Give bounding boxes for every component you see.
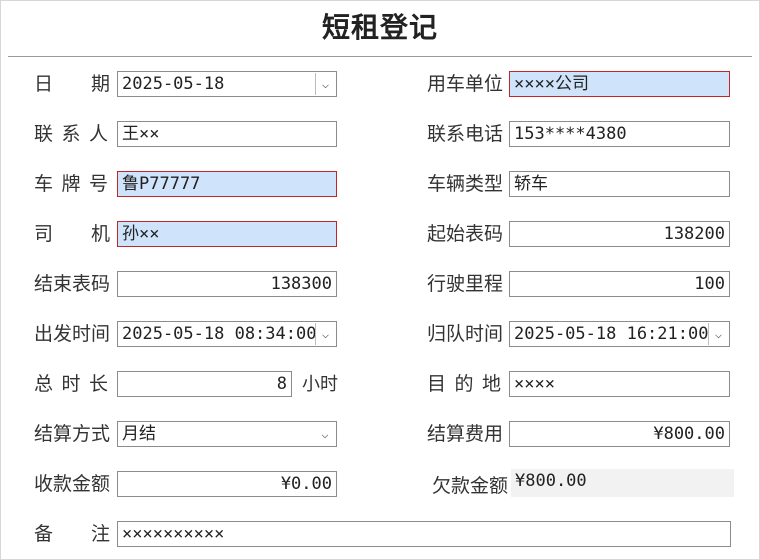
end-meter-field[interactable]: 138300 bbox=[117, 271, 337, 297]
depart-time-label: 出发时间 bbox=[34, 323, 111, 345]
received-label: 收款金额 bbox=[34, 473, 111, 495]
start-meter-label: 起始表码 bbox=[427, 223, 504, 245]
contact-field[interactable]: 王×× bbox=[117, 121, 337, 147]
total-time-label: 总 时 长 bbox=[34, 373, 108, 395]
owed-value: ¥800.00 bbox=[511, 469, 734, 497]
title-divider bbox=[8, 56, 752, 57]
return-time-label: 归队时间 bbox=[427, 323, 504, 345]
settle-method-value: 月结 bbox=[122, 424, 156, 444]
owed-label: 欠款金额 bbox=[432, 475, 509, 497]
driver-label: 司 机 bbox=[34, 223, 111, 245]
mileage-field[interactable]: 100 bbox=[509, 271, 730, 297]
total-time-field[interactable]: 8 bbox=[117, 371, 292, 397]
destination-field[interactable]: ×××× bbox=[509, 371, 730, 397]
total-time-unit: 小时 bbox=[302, 374, 338, 395]
settle-method-select[interactable]: 月结 ⌵ bbox=[117, 421, 337, 447]
date-field[interactable]: 2025-05-18 ⌵ bbox=[117, 71, 337, 97]
unit-label: 用车单位 bbox=[427, 73, 504, 95]
plate-label: 车 牌 号 bbox=[34, 173, 108, 195]
chevron-down-icon[interactable]: ⌵ bbox=[708, 323, 728, 345]
settle-method-label: 结算方式 bbox=[34, 423, 111, 445]
page-title: 短租登记 bbox=[321, 11, 438, 44]
phone-label: 联系电话 bbox=[427, 123, 504, 145]
mileage-label: 行驶里程 bbox=[427, 273, 504, 295]
date-value: 2025-05-18 bbox=[122, 74, 225, 94]
chevron-down-icon[interactable]: ⌵ bbox=[315, 423, 335, 445]
settle-fee-field[interactable]: ¥800.00 bbox=[509, 421, 730, 447]
destination-label: 目 的 地 bbox=[427, 373, 501, 395]
date-label: 日 期 bbox=[34, 73, 111, 95]
contact-label: 联 系 人 bbox=[34, 123, 108, 145]
end-meter-label: 结束表码 bbox=[34, 273, 111, 295]
return-time-value: 2025-05-18 16:21:00 bbox=[514, 324, 709, 344]
received-field[interactable]: ¥0.00 bbox=[117, 471, 337, 497]
vehicle-type-label: 车辆类型 bbox=[427, 173, 504, 195]
plate-field[interactable]: 鲁P77777 bbox=[117, 171, 337, 197]
depart-time-value: 2025-05-18 08:34:00 bbox=[122, 324, 317, 344]
return-time-field[interactable]: 2025-05-18 16:21:00 ⌵ bbox=[509, 321, 730, 347]
phone-field[interactable]: 153****4380 bbox=[509, 121, 730, 147]
chevron-down-icon[interactable]: ⌵ bbox=[315, 323, 335, 345]
unit-field[interactable]: ××××公司 bbox=[509, 71, 730, 97]
start-meter-field[interactable]: 138200 bbox=[509, 221, 730, 247]
remark-field[interactable]: ×××××××××× bbox=[117, 521, 731, 547]
settle-fee-label: 结算费用 bbox=[427, 423, 504, 445]
depart-time-field[interactable]: 2025-05-18 08:34:00 ⌵ bbox=[117, 321, 337, 347]
remark-label: 备 注 bbox=[34, 523, 111, 545]
driver-field[interactable]: 孙×× bbox=[117, 221, 337, 247]
vehicle-type-field[interactable]: 轿车 bbox=[509, 171, 730, 197]
chevron-down-icon[interactable]: ⌵ bbox=[315, 73, 335, 95]
